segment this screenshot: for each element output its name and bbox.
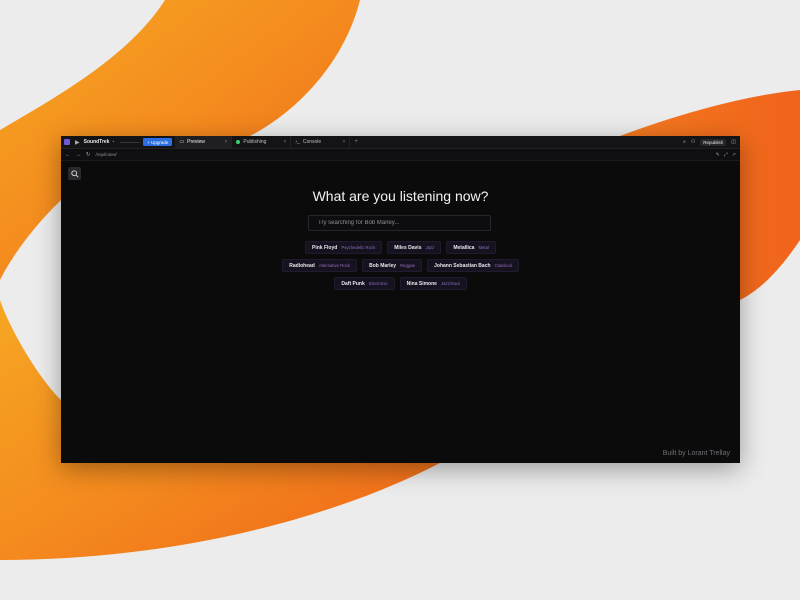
app-window: ▶ SoundTrek ▪ + Upgrade ▭ Preview × Publ… <box>61 136 740 463</box>
chip-artist: Radiohead <box>289 262 315 269</box>
tab-label: Preview <box>187 139 205 145</box>
chip-genre: Classical <box>494 263 512 268</box>
tab-publishing[interactable]: Publishing × <box>232 136 292 148</box>
address-bar: ← → ↻ /replicated ✎ ⤢ ↗ <box>61 149 740 161</box>
chip-genre: Psychedelic Rock <box>341 245 376 250</box>
republish-button[interactable]: Republish <box>700 138 727 146</box>
monitor-icon: ▭ <box>179 139 185 145</box>
chip-bach[interactable]: Johann Sebastian Bach Classical <box>427 259 519 272</box>
chip-genre: Alternative Rock <box>318 263 351 268</box>
chip-artist: Daft Punk <box>341 280 365 287</box>
preview-content: What are you listening now? Pink Floyd P… <box>61 161 740 463</box>
status-dot-icon <box>236 140 241 144</box>
chip-genre: Jazz/Soul <box>440 281 460 286</box>
search-icon[interactable]: ⌕ <box>683 139 686 145</box>
address-actions: ✎ ⤢ ↗ <box>716 152 740 158</box>
add-tab-icon[interactable]: + <box>354 139 358 145</box>
nav-controls: ← → ↻ <box>65 152 91 158</box>
upgrade-button[interactable]: + Upgrade <box>143 138 173 146</box>
terminal-icon: ›_ <box>295 139 300 145</box>
chip-row: Daft Punk Electronic Nina Simone Jazz/So… <box>61 277 740 290</box>
chip-daft-punk[interactable]: Daft Punk Electronic <box>334 277 395 290</box>
toolbar-right: ⌕ ⚇ Republish ◫ <box>683 138 740 146</box>
chip-artist: Bob Marley <box>369 262 397 269</box>
layout-icon[interactable]: ◫ <box>731 139 736 145</box>
forward-icon[interactable]: → <box>76 152 82 158</box>
chip-metallica[interactable]: Metallica Metal <box>446 241 496 254</box>
external-link-icon[interactable]: ↗ <box>732 152 736 158</box>
app-name[interactable]: SoundTrek <box>84 139 110 145</box>
invite-icon[interactable]: ⚇ <box>691 139 695 145</box>
chip-artist: Pink Floyd <box>312 244 338 251</box>
close-icon[interactable]: × <box>342 139 345 145</box>
reload-icon[interactable]: ↻ <box>86 152 91 158</box>
chip-bob-marley[interactable]: Bob Marley Reggae <box>362 259 423 272</box>
toolbar-divider <box>120 141 141 143</box>
artist-chips: Pink Floyd Psychedelic Rock Miles Davis … <box>61 241 740 295</box>
chip-miles-davis[interactable]: Miles Davis Jazz <box>387 241 442 254</box>
chip-nina-simone[interactable]: Nina Simone Jazz/Soul <box>399 277 467 290</box>
url-field[interactable]: /replicated <box>96 152 117 157</box>
expand-icon[interactable]: ⤢ <box>724 152 728 158</box>
tab-label: Publishing <box>243 139 267 145</box>
search-button[interactable] <box>68 167 81 180</box>
top-toolbar: ▶ SoundTrek ▪ + Upgrade ▭ Preview × Publ… <box>61 136 740 149</box>
run-icon[interactable]: ▶ <box>75 139 80 146</box>
close-icon[interactable]: × <box>283 139 286 145</box>
chip-genre: Electronic <box>368 281 388 286</box>
credit-text: Built by Lorant Trellay <box>662 450 730 457</box>
search-input[interactable] <box>308 215 491 231</box>
chip-artist: Miles Davis <box>394 244 422 251</box>
chip-artist: Metallica <box>453 244 475 251</box>
search-icon <box>70 169 79 178</box>
chip-artist: Johann Sebastian Bach <box>434 262 491 269</box>
chip-radiohead[interactable]: Radiohead Alternative Rock <box>282 259 358 272</box>
lock-icon: ▪ <box>112 139 115 145</box>
tab-console[interactable]: ›_ Console × <box>291 136 351 148</box>
tab-preview[interactable]: ▭ Preview × <box>175 136 233 148</box>
chip-row: Radiohead Alternative Rock Bob Marley Re… <box>61 259 740 272</box>
page-title: What are you listening now? <box>312 188 489 204</box>
chip-row: Pink Floyd Psychedelic Rock Miles Davis … <box>61 241 740 254</box>
tab-label: Console <box>302 139 322 145</box>
devtools-icon[interactable]: ✎ <box>716 152 720 158</box>
chip-pink-floyd[interactable]: Pink Floyd Psychedelic Rock <box>305 241 383 254</box>
chip-artist: Nina Simone <box>406 280 437 287</box>
chip-genre: Metal <box>478 245 489 250</box>
chip-genre: Jazz <box>425 245 435 250</box>
chip-genre: Reggae <box>400 263 416 268</box>
workspace-icon[interactable] <box>64 139 70 145</box>
back-icon[interactable]: ← <box>65 152 71 158</box>
close-icon[interactable]: × <box>224 139 227 145</box>
